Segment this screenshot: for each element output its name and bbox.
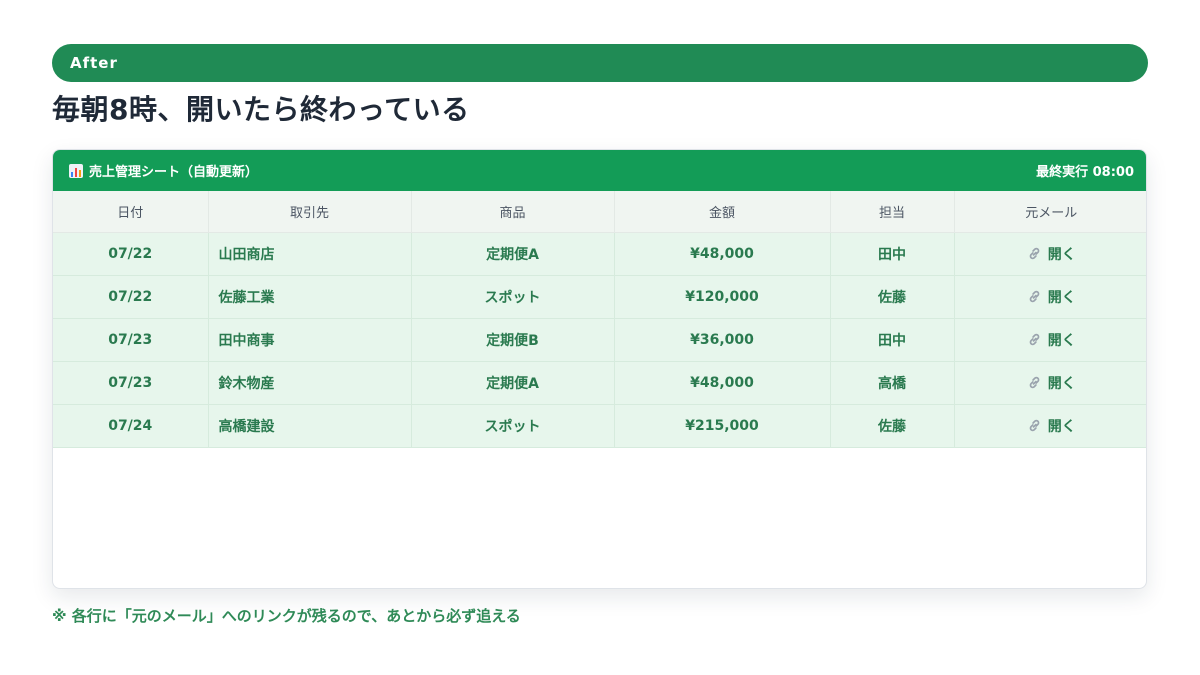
link-icon	[1029, 247, 1040, 259]
cell-date[interactable]: 07/23	[53, 361, 209, 405]
after-badge: After	[52, 44, 1148, 82]
cell-client[interactable]: 山田商店	[208, 232, 412, 276]
cell-date[interactable]: 07/22	[53, 275, 209, 319]
link-icon	[1029, 419, 1040, 431]
cell-product[interactable]: 定期便A	[411, 232, 615, 276]
sheet-header: 売上管理シート（自動更新） 最終実行 08:00	[53, 150, 1146, 191]
open-mail-label[interactable]: 開く	[1048, 290, 1076, 306]
cell-owner[interactable]: 田中	[830, 232, 955, 276]
bar-chart-icon	[69, 163, 83, 178]
open-mail-link[interactable]: 開く	[954, 232, 1146, 276]
cell-amount[interactable]: ¥48,000	[614, 232, 831, 276]
column-header-product[interactable]: 商品	[411, 191, 615, 233]
cell-client[interactable]: 佐藤工業	[208, 275, 412, 319]
cell-product[interactable]: スポット	[411, 275, 615, 319]
open-mail-link[interactable]: 開く	[954, 361, 1146, 405]
cell-amount[interactable]: ¥120,000	[614, 275, 831, 319]
table-row[interactable]: 07/23 田中商事 定期便B ¥36,000 田中 開く	[53, 318, 1146, 362]
link-icon	[1029, 376, 1040, 388]
open-mail-label[interactable]: 開く	[1048, 247, 1076, 263]
cell-amount[interactable]: ¥48,000	[614, 361, 831, 405]
cell-date[interactable]: 07/23	[53, 318, 209, 362]
cell-owner[interactable]: 佐藤	[830, 275, 955, 319]
sheet-title: 売上管理シート（自動更新）	[89, 165, 259, 180]
cell-product[interactable]: 定期便A	[411, 361, 615, 405]
link-icon	[1029, 290, 1040, 302]
column-header-source-mail[interactable]: 元メール	[954, 191, 1146, 233]
cell-amount[interactable]: ¥215,000	[614, 404, 831, 448]
table-row[interactable]: 07/23 鈴木物産 定期便A ¥48,000 高橋 開く	[53, 361, 1146, 405]
page-title: 毎朝8時、開いたら終わっている	[52, 93, 470, 126]
column-header-owner[interactable]: 担当	[830, 191, 955, 233]
open-mail-label[interactable]: 開く	[1048, 376, 1076, 392]
cell-product[interactable]: スポット	[411, 404, 615, 448]
table-header-row: 日付 取引先 商品 金額 担当 元メール	[53, 191, 1146, 233]
column-header-date[interactable]: 日付	[53, 191, 209, 233]
open-mail-link[interactable]: 開く	[954, 275, 1146, 319]
table-row[interactable]: 07/24 高橋建設 スポット ¥215,000 佐藤 開く	[53, 404, 1146, 448]
cell-date[interactable]: 07/24	[53, 404, 209, 448]
cell-owner[interactable]: 高橋	[830, 361, 955, 405]
cell-client[interactable]: 高橋建設	[208, 404, 412, 448]
cell-owner[interactable]: 佐藤	[830, 404, 955, 448]
open-mail-label[interactable]: 開く	[1048, 333, 1076, 349]
table-row[interactable]: 07/22 佐藤工業 スポット ¥120,000 佐藤 開く	[53, 275, 1146, 319]
open-mail-label[interactable]: 開く	[1048, 419, 1076, 435]
last-run-label: 最終実行 08:00	[1036, 165, 1134, 180]
link-icon	[1029, 333, 1040, 345]
sales-sheet-card: 売上管理シート（自動更新） 最終実行 08:00 日付 取引先 商品 金額 担当…	[52, 149, 1147, 589]
column-header-client[interactable]: 取引先	[208, 191, 412, 233]
cell-product[interactable]: 定期便B	[411, 318, 615, 362]
column-header-amount[interactable]: 金額	[614, 191, 831, 233]
open-mail-link[interactable]: 開く	[954, 404, 1146, 448]
sales-table: 日付 取引先 商品 金額 担当 元メール 07/22 山田商店 定期便A ¥48,00…	[53, 191, 1146, 448]
cell-date[interactable]: 07/22	[53, 232, 209, 276]
cell-client[interactable]: 鈴木物産	[208, 361, 412, 405]
cell-amount[interactable]: ¥36,000	[614, 318, 831, 362]
open-mail-link[interactable]: 開く	[954, 318, 1146, 362]
cell-client[interactable]: 田中商事	[208, 318, 412, 362]
sheet-title-group: 売上管理シート（自動更新）	[69, 161, 258, 180]
footnote: ※ 各行に「元のメール」へのリンクが残るので、あとから必ず追える	[52, 607, 521, 625]
cell-owner[interactable]: 田中	[830, 318, 955, 362]
table-row[interactable]: 07/22 山田商店 定期便A ¥48,000 田中 開く	[53, 232, 1146, 276]
